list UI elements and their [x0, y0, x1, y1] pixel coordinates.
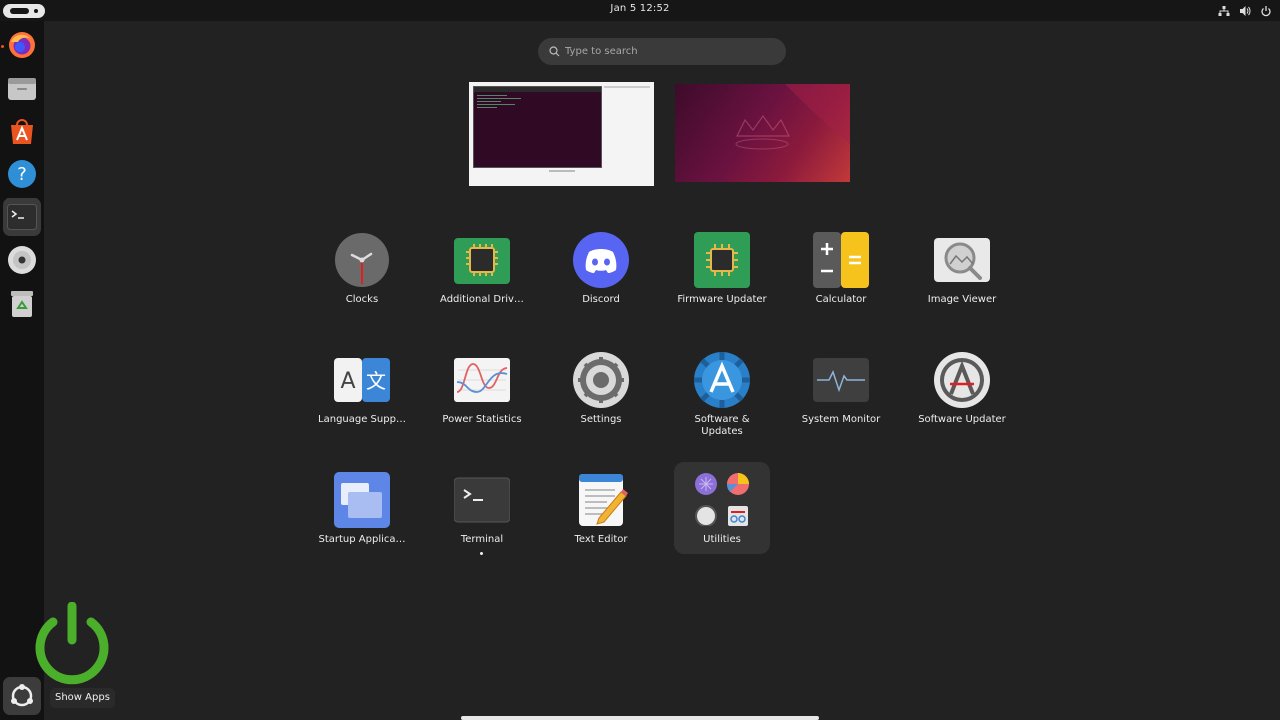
app-label: Discord [582, 294, 620, 305]
chip-icon [454, 238, 510, 284]
app-image-viewer[interactable]: Image Viewer [914, 224, 1010, 316]
software-updates-icon [694, 352, 750, 408]
settings-icon [573, 352, 629, 408]
dock-files[interactable] [3, 69, 41, 107]
dock-app-center[interactable] [3, 112, 41, 150]
svg-text:?: ? [17, 164, 27, 185]
app-label: Settings [580, 414, 622, 425]
app-software-updater[interactable]: Software Updater [914, 344, 1010, 436]
cd-icon [8, 246, 36, 274]
app-label: System Monitor [801, 414, 881, 425]
folder-icon [695, 473, 749, 526]
app-settings[interactable]: Settings [553, 344, 649, 436]
app-label: Power Statistics [442, 414, 522, 425]
app-software-updates[interactable]: Software & Updates [674, 344, 770, 437]
app-discord[interactable]: Discord [553, 224, 649, 316]
discord-icon [573, 232, 629, 288]
terminal-window-thumbnail[interactable] [473, 86, 602, 168]
workspace-thumbnail-2[interactable] [675, 84, 850, 182]
window-strip [604, 86, 650, 88]
firefox-icon [9, 32, 35, 58]
app-label: Startup Applica… [318, 534, 406, 545]
app-system-monitor[interactable]: System Monitor [793, 344, 889, 436]
power-stats-icon [454, 358, 510, 402]
app-label: Calculator [815, 294, 867, 305]
app-label: Software & Updates [694, 414, 750, 437]
window-edge-bar [461, 716, 819, 720]
folder-utilities[interactable]: Utilities [674, 462, 770, 554]
dock-terminal[interactable] [3, 198, 41, 236]
app-label: Additional Driv… [440, 294, 524, 305]
app-startup-applications[interactable]: Startup Applica… [314, 464, 410, 556]
app-label: Terminal [460, 534, 504, 545]
app-label: Firmware Updater [677, 294, 767, 305]
dock-disc[interactable] [3, 241, 41, 279]
help-icon: ? [8, 160, 36, 188]
network-icon [1218, 3, 1230, 17]
dock: ? [0, 21, 109, 720]
app-calculator[interactable]: Calculator [793, 224, 889, 316]
app-label: Clocks [345, 294, 379, 305]
ubuntu-grid-icon [11, 684, 33, 707]
app-center-icon [11, 119, 33, 144]
app-label: Software Updater [918, 414, 1006, 425]
workspace-thumbnail-1[interactable] [469, 82, 654, 186]
system-monitor-icon [813, 358, 869, 402]
dock-help[interactable]: ? [3, 155, 41, 193]
show-apps-button[interactable] [3, 677, 41, 715]
svg-text:A: A [340, 369, 355, 394]
app-clocks[interactable]: Clocks [314, 224, 410, 316]
trash-icon [11, 291, 33, 317]
app-label: Utilities [703, 534, 741, 545]
search-input[interactable] [565, 42, 775, 61]
show-apps-tooltip: Show Apps [50, 688, 115, 708]
svg-text:文: 文 [366, 369, 386, 393]
app-terminal[interactable]: Terminal [434, 464, 530, 556]
clock-icon [335, 233, 389, 287]
app-label: Text Editor [574, 534, 628, 545]
window-strip [549, 170, 575, 172]
software-updater-icon [934, 352, 990, 408]
terminal-icon [7, 204, 37, 230]
dock-trash[interactable] [3, 284, 41, 322]
app-text-editor[interactable]: Text Editor [553, 464, 649, 556]
app-language-support[interactable]: A 文 Language Supp… [314, 344, 410, 436]
files-icon [8, 78, 36, 100]
terminal-icon [454, 477, 510, 523]
ubuntu-wallpaper-crown [735, 84, 850, 150]
volume-icon [1239, 3, 1251, 17]
clock[interactable]: Jan 5 12:52 [0, 3, 1280, 14]
dock-firefox[interactable] [3, 26, 41, 64]
app-label: Language Supp… [318, 414, 406, 425]
app-power-statistics[interactable]: Power Statistics [434, 344, 530, 436]
app-firmware-updater[interactable]: Firmware Updater [674, 224, 770, 316]
firmware-icon [694, 232, 750, 288]
running-indicator [480, 552, 483, 555]
power-icon [1260, 3, 1272, 17]
system-tray[interactable] [1218, 3, 1272, 17]
power-big-icon [35, 602, 109, 685]
startup-icon [334, 472, 390, 528]
language-icon: A 文 [334, 358, 390, 402]
text-editor-icon [579, 474, 628, 526]
app-label: Image Viewer [927, 294, 997, 305]
app-additional-drivers[interactable]: Additional Driv… [434, 224, 530, 316]
image-viewer-icon [934, 238, 990, 282]
search-bar[interactable] [538, 38, 786, 65]
calculator-icon [813, 232, 869, 288]
top-bar: Jan 5 12:52 [0, 0, 1280, 21]
search-icon [549, 46, 560, 57]
